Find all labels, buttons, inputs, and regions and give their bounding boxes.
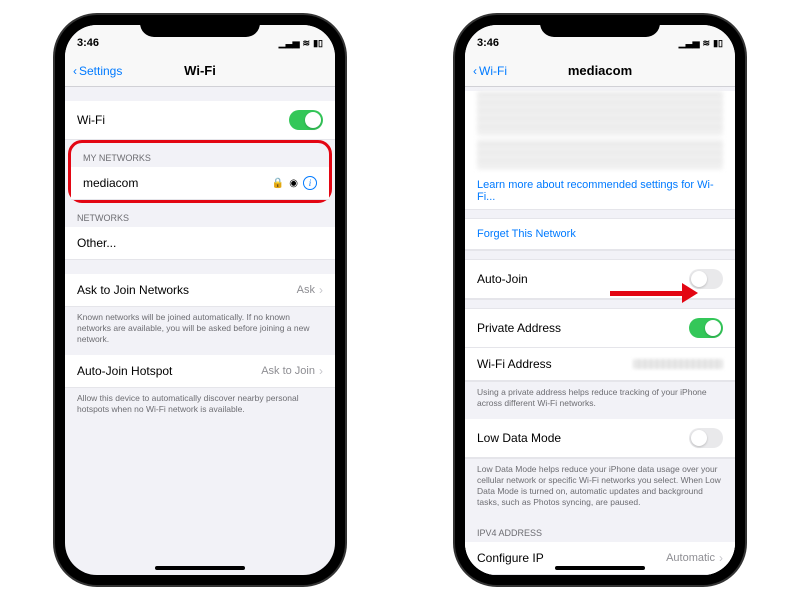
ipv4-header: IPV4 ADDRESS — [465, 518, 735, 542]
auto-join-label: Auto-Join — [477, 272, 528, 286]
phone-right: 3:46 ▁▃▅ ≋ ▮▯ ‹ Wi-Fi mediacom Learn mor… — [455, 15, 745, 585]
back-button[interactable]: ‹ Wi-Fi — [473, 64, 507, 78]
phone-left: 3:46 ▁▃▅ ≋ ▮▯ ‹ Settings Wi-Fi Wi-Fi MY … — [55, 15, 345, 585]
info-icon[interactable]: i — [303, 176, 317, 190]
forget-label: Forget This Network — [477, 228, 576, 240]
wifi-toggle-row[interactable]: Wi-Fi — [65, 101, 335, 140]
notch — [540, 15, 660, 37]
chevron-left-icon: ‹ — [73, 64, 77, 78]
private-address-toggle[interactable] — [689, 318, 723, 338]
home-indicator[interactable] — [155, 566, 245, 570]
configure-ip-label: Configure IP — [477, 551, 544, 565]
other-network-row[interactable]: Other... — [65, 227, 335, 260]
redacted-address — [633, 359, 723, 369]
ask-to-join-row[interactable]: Ask to Join Networks Ask › — [65, 274, 335, 307]
wifi-icon: ◉ — [289, 178, 298, 189]
wifi-toggle[interactable] — [289, 110, 323, 130]
configure-ip-row[interactable]: Configure IP Automatic › — [465, 542, 735, 575]
back-label: Settings — [79, 64, 122, 78]
status-icons: ▁▃▅ ≋ ▮▯ — [279, 38, 323, 49]
other-label: Other... — [77, 236, 116, 250]
hotspot-footer: Allow this device to automatically disco… — [65, 388, 335, 425]
highlight-annotation: MY NETWORKS mediacom 🔒 ◉ i — [68, 140, 332, 203]
page-title: Wi-Fi — [184, 63, 216, 78]
network-name: mediacom — [83, 176, 138, 190]
lock-icon: 🔒 — [272, 178, 284, 189]
battery-icon: ▮▯ — [313, 38, 323, 49]
low-data-toggle[interactable] — [689, 428, 723, 448]
learn-more-link[interactable]: Learn more about recommended settings fo… — [465, 173, 735, 209]
screen-left: 3:46 ▁▃▅ ≋ ▮▯ ‹ Settings Wi-Fi Wi-Fi MY … — [65, 25, 335, 575]
page-title: mediacom — [568, 63, 632, 78]
redacted-block — [477, 91, 723, 135]
content: Wi-Fi MY NETWORKS mediacom 🔒 ◉ i NETWORK… — [65, 87, 335, 425]
content: Learn more about recommended settings fo… — [465, 91, 735, 575]
private-footer: Using a private address helps reduce tra… — [465, 381, 735, 419]
ask-footer: Known networks will be joined automatica… — [65, 307, 335, 355]
screen-right: 3:46 ▁▃▅ ≋ ▮▯ ‹ Wi-Fi mediacom Learn mor… — [465, 25, 735, 575]
chevron-right-icon: › — [319, 283, 323, 297]
networks-header: NETWORKS — [65, 203, 335, 227]
redacted-block — [477, 139, 723, 169]
back-button[interactable]: ‹ Settings — [73, 64, 122, 78]
auto-join-hotspot-value: Ask to Join — [261, 365, 315, 377]
signal-icon: ▁▃▅ — [279, 38, 300, 49]
ask-to-join-label: Ask to Join Networks — [77, 283, 189, 297]
low-data-row[interactable]: Low Data Mode — [465, 419, 735, 458]
battery-icon: ▮▯ — [713, 38, 723, 49]
wifi-address-label: Wi-Fi Address — [477, 357, 552, 371]
notch — [140, 15, 260, 37]
status-time: 3:46 — [77, 37, 99, 49]
ask-to-join-value: Ask — [297, 284, 315, 296]
private-address-row[interactable]: Private Address — [465, 309, 735, 348]
chevron-right-icon: › — [319, 364, 323, 378]
private-address-label: Private Address — [477, 321, 561, 335]
home-indicator[interactable] — [555, 566, 645, 570]
status-icons: ▁▃▅ ≋ ▮▯ — [679, 38, 723, 49]
network-row-mediacom[interactable]: mediacom 🔒 ◉ i — [71, 167, 329, 200]
configure-ip-value: Automatic — [666, 552, 715, 564]
chevron-left-icon: ‹ — [473, 64, 477, 78]
status-time: 3:46 — [477, 37, 499, 49]
wifi-address-row: Wi-Fi Address — [465, 348, 735, 381]
auto-join-row[interactable]: Auto-Join — [465, 260, 735, 299]
low-data-label: Low Data Mode — [477, 431, 561, 445]
nav-bar: ‹ Wi-Fi mediacom — [465, 55, 735, 87]
low-data-footer: Low Data Mode helps reduce your iPhone d… — [465, 458, 735, 518]
wifi-label: Wi-Fi — [77, 113, 105, 127]
back-label: Wi-Fi — [479, 64, 507, 78]
auto-join-hotspot-row[interactable]: Auto-Join Hotspot Ask to Join › — [65, 355, 335, 388]
network-icons: 🔒 ◉ i — [272, 176, 317, 190]
forget-network-row[interactable]: Forget This Network — [465, 219, 735, 250]
nav-bar: ‹ Settings Wi-Fi — [65, 55, 335, 87]
wifi-status-icon: ≋ — [703, 38, 711, 49]
signal-icon: ▁▃▅ — [679, 38, 700, 49]
auto-join-hotspot-label: Auto-Join Hotspot — [77, 364, 172, 378]
my-networks-header: MY NETWORKS — [71, 143, 329, 167]
chevron-right-icon: › — [719, 551, 723, 565]
wifi-status-icon: ≋ — [303, 38, 311, 49]
auto-join-toggle[interactable] — [689, 269, 723, 289]
